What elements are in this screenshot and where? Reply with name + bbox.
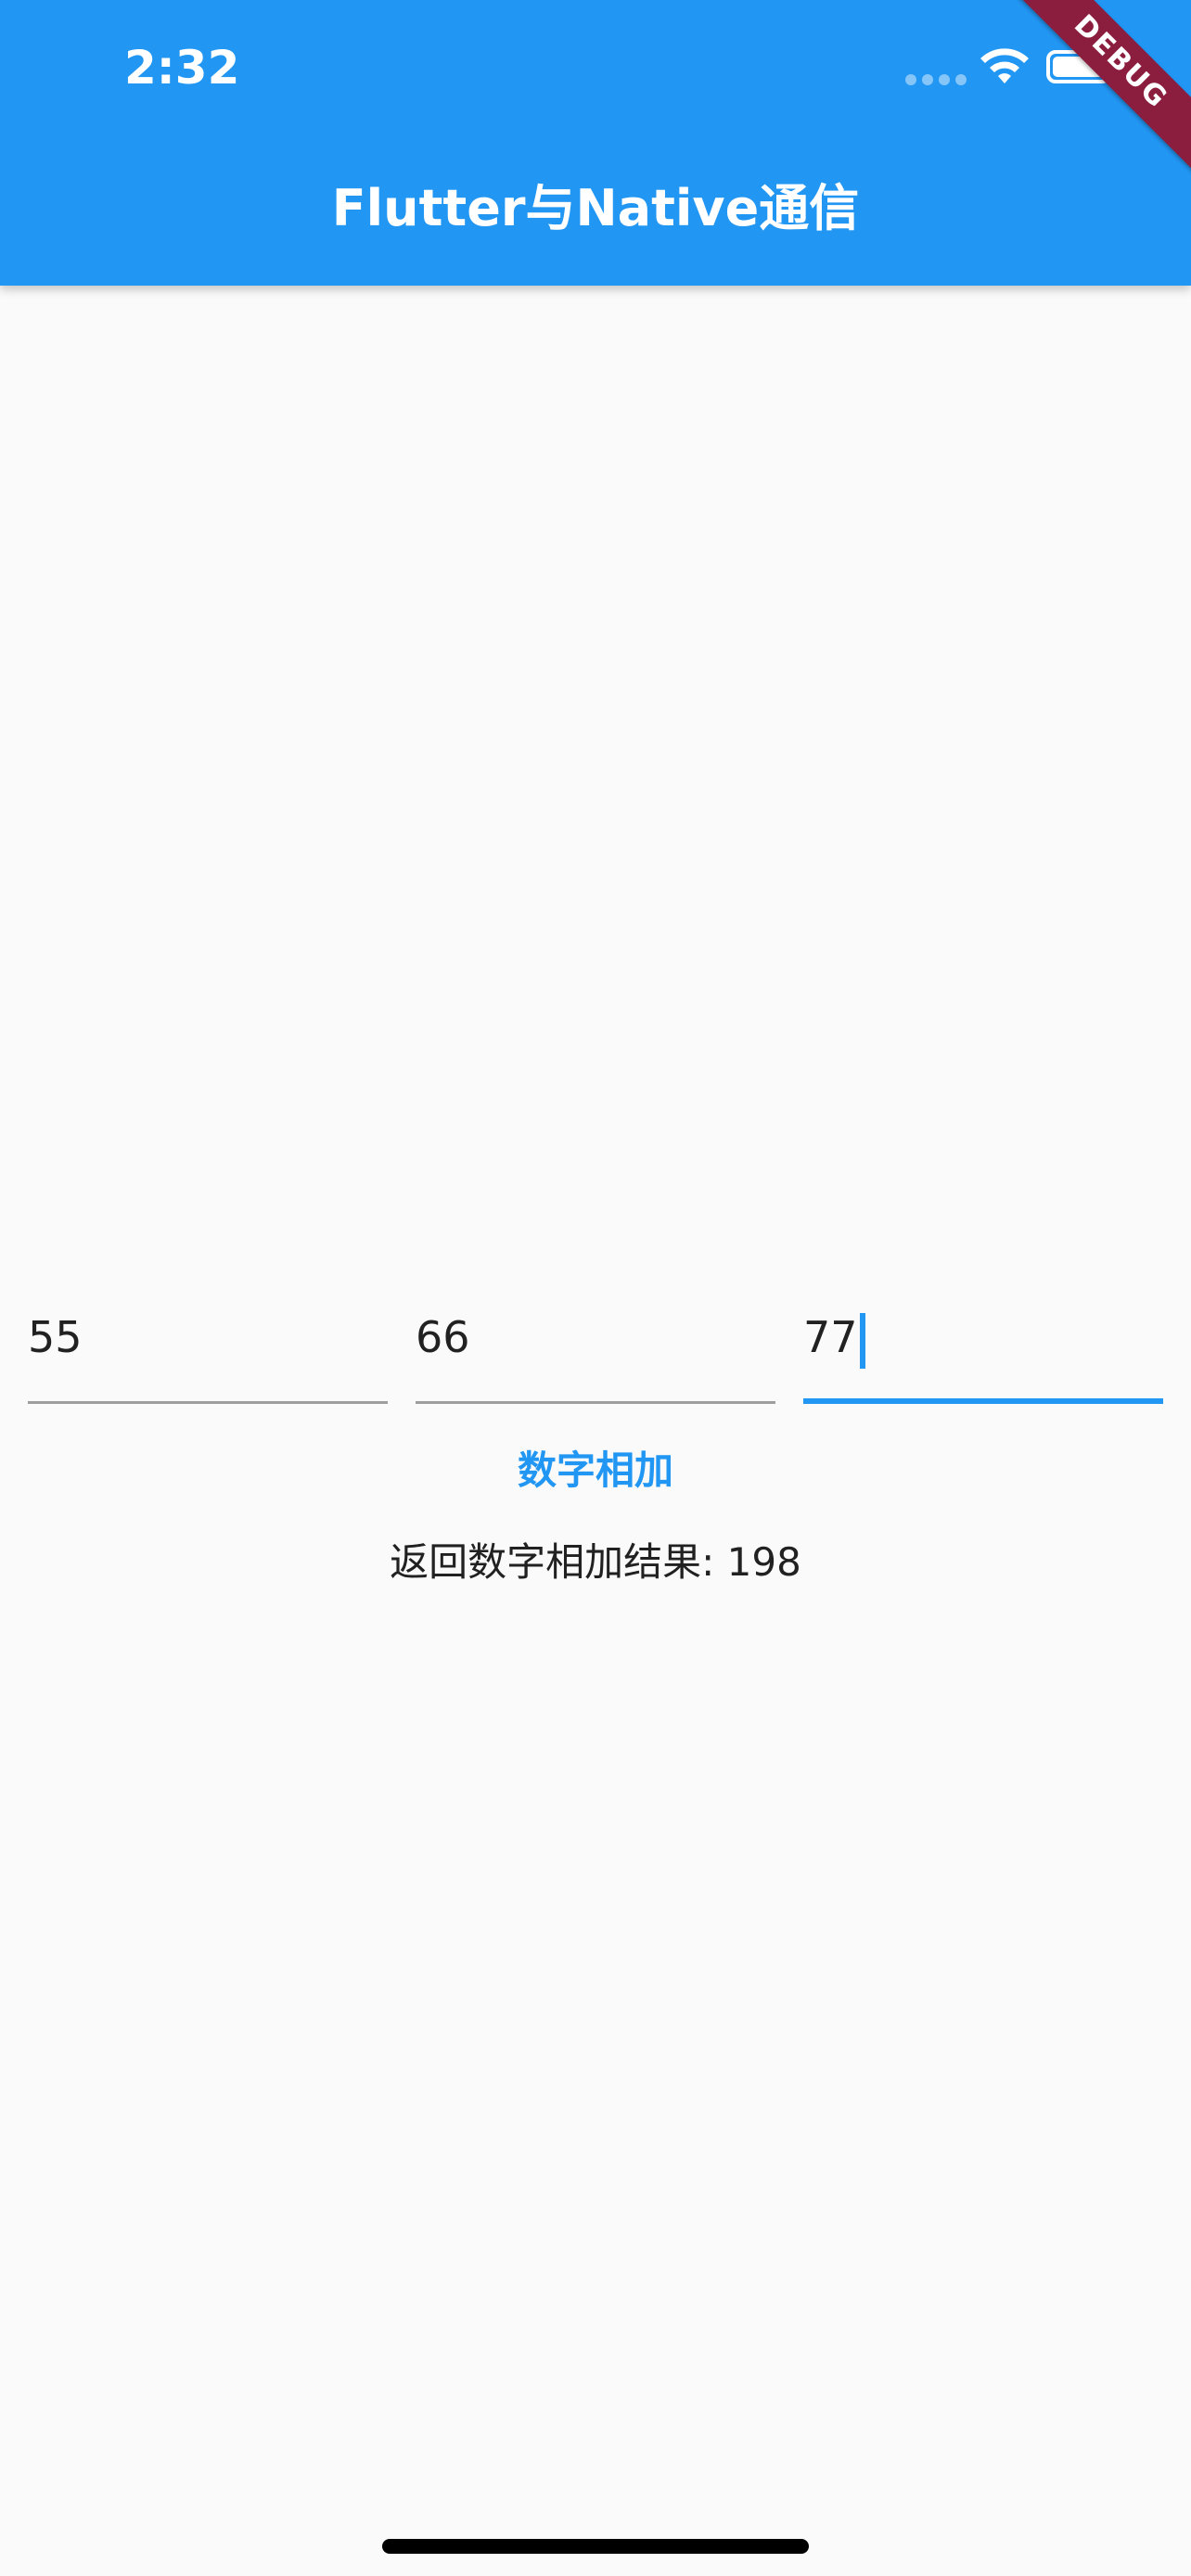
cellular-signal-icon <box>905 74 967 85</box>
wifi-icon <box>980 48 1029 83</box>
add-numbers-button[interactable]: 数字相加 <box>464 1434 727 1508</box>
number-input-3[interactable]: 77 <box>803 1289 1163 1404</box>
app-bar: 2:32 Flutter与Native通信 <box>0 0 1191 286</box>
page-title: Flutter与Native通信 <box>331 179 860 237</box>
number-input-1[interactable]: 55 <box>28 1289 388 1404</box>
number-inputs-row: 55 66 77 <box>28 1289 1163 1404</box>
text-cursor <box>859 1312 865 1369</box>
home-indicator[interactable] <box>382 2539 809 2554</box>
number-input-3-value: 77 <box>803 1312 858 1362</box>
result-text: 返回数字相加结果: 198 <box>390 1539 801 1585</box>
number-input-1-value: 55 <box>28 1312 83 1362</box>
number-input-2-value: 66 <box>416 1312 470 1362</box>
status-time: 2:32 <box>124 41 240 95</box>
number-input-2[interactable]: 66 <box>416 1289 775 1404</box>
number-input-3-content: 77 <box>803 1307 865 1369</box>
